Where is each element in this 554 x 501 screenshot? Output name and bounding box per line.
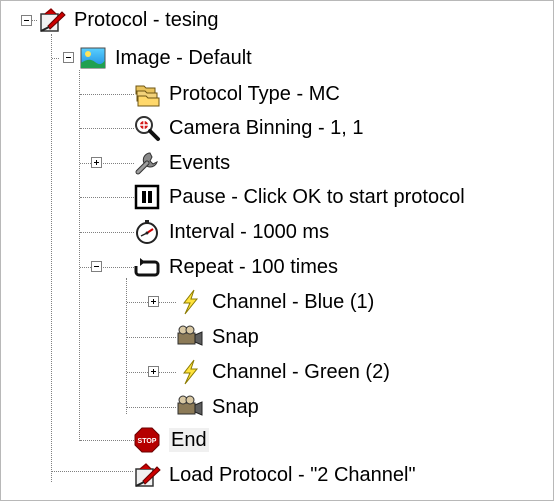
tree-connector xyxy=(127,302,150,303)
expand-toggle-channel-green[interactable] xyxy=(148,366,159,377)
tree-connector xyxy=(127,372,150,373)
collapse-toggle-image[interactable] xyxy=(63,52,74,63)
tree-item-interval[interactable]: Interval - 1000 ms xyxy=(133,215,329,249)
tree-connector xyxy=(80,267,91,268)
tree-connector xyxy=(51,471,133,472)
protocol-icon xyxy=(133,461,161,489)
lightning-icon xyxy=(176,358,204,386)
tree-item-label: End xyxy=(169,428,209,452)
collapse-toggle-repeat[interactable] xyxy=(91,261,102,272)
tree-connector xyxy=(103,163,134,164)
tree-item-label: Protocol - tesing xyxy=(74,9,219,31)
tree-item-snap[interactable]: Snap xyxy=(176,320,259,354)
tree-item-image[interactable]: Image - Default xyxy=(79,41,252,75)
svg-text:STOP: STOP xyxy=(138,438,157,445)
tree-connector xyxy=(80,440,134,441)
pause-icon xyxy=(133,183,161,211)
tree-connector xyxy=(159,372,176,373)
tree-item-label: Image - Default xyxy=(115,47,252,69)
folders-icon xyxy=(133,80,161,108)
tree-item-camera-binning[interactable]: Camera Binning - 1, 1 xyxy=(133,111,364,145)
stopwatch-icon xyxy=(133,218,161,246)
tree-item-snap[interactable]: Snap xyxy=(176,390,259,424)
camera-icon xyxy=(176,323,204,351)
camera-icon xyxy=(176,393,204,421)
tree-item-repeat[interactable]: Repeat - 100 times xyxy=(133,250,338,284)
tree-item-channel-blue[interactable]: Channel - Blue (1) xyxy=(176,285,374,319)
tree-item-pause[interactable]: Pause - Click OK to start protocol xyxy=(133,180,465,214)
tree-item-label: Load Protocol - "2 Channel" xyxy=(169,464,416,486)
tree-connector xyxy=(103,267,134,268)
tree-item-label: Snap xyxy=(212,326,259,348)
tree-connector xyxy=(80,94,134,95)
tree-item-label: Channel - Green (2) xyxy=(212,361,390,383)
tree-connector xyxy=(127,337,176,338)
magnifier-icon xyxy=(133,114,161,142)
tree-item-label: Repeat - 100 times xyxy=(169,256,338,278)
tree-item-label: Pause - Click OK to start protocol xyxy=(169,186,465,208)
tree-item-label: Camera Binning - 1, 1 xyxy=(169,117,364,139)
expand-toggle-events[interactable] xyxy=(91,157,102,168)
tree-connector xyxy=(80,163,91,164)
protocol-icon xyxy=(38,6,66,34)
tree-item-channel-green[interactable]: Channel - Green (2) xyxy=(176,355,390,389)
image-icon xyxy=(79,44,107,72)
tree-connector xyxy=(80,232,134,233)
tree-item-protocol[interactable]: Protocol - tesing xyxy=(38,3,219,37)
lightning-icon xyxy=(176,288,204,316)
tree-connector xyxy=(80,128,134,129)
tree-item-protocol-type[interactable]: Protocol Type - MC xyxy=(133,77,340,111)
tree-item-label: Channel - Blue (1) xyxy=(212,291,375,313)
repeat-icon xyxy=(133,253,161,281)
tree-item-label: Snap xyxy=(212,396,259,418)
tree-connector xyxy=(52,58,59,59)
tree-item-label: Interval - 1000 ms xyxy=(169,221,330,243)
stop-sign-icon: STOP xyxy=(133,426,161,454)
collapse-toggle-protocol[interactable] xyxy=(21,15,32,26)
tree-item-label: Events xyxy=(169,152,231,174)
tree-item-load-protocol[interactable]: Load Protocol - "2 Channel" xyxy=(133,458,416,492)
tree-connector xyxy=(51,34,52,482)
tree-connector xyxy=(79,70,80,441)
tree-connector xyxy=(127,407,176,408)
tree-item-label: Protocol Type - MC xyxy=(169,83,340,105)
tree-connector xyxy=(159,302,176,303)
expand-toggle-channel-blue[interactable] xyxy=(148,296,159,307)
protocol-tree: Protocol - tesing Image - Default Protoc… xyxy=(0,0,554,501)
tree-connector xyxy=(80,197,134,198)
tree-item-events[interactable]: Events xyxy=(133,146,230,180)
tree-item-end[interactable]: STOP End xyxy=(133,423,209,457)
tree-connector xyxy=(126,278,127,414)
wrench-icon xyxy=(133,149,161,177)
